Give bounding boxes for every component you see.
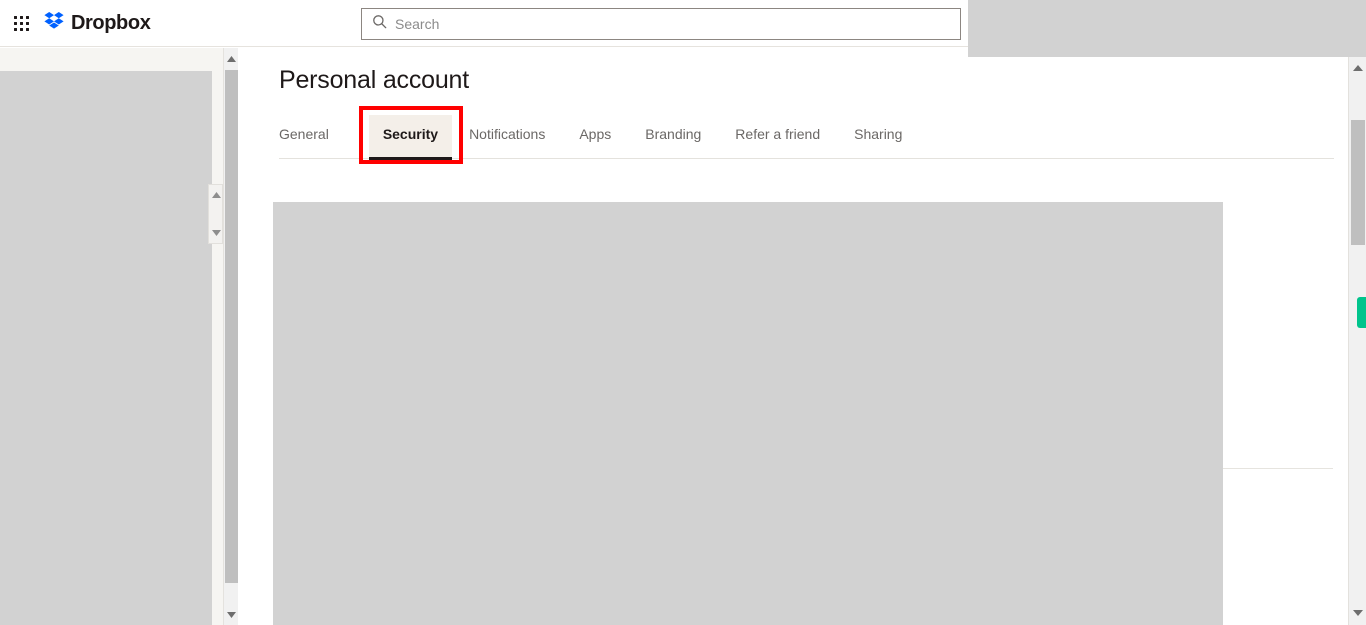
sidebar-inner-scrollbar[interactable] [208, 184, 223, 244]
main-content: Personal account General Security Notifi… [238, 57, 1348, 625]
tab-security[interactable]: Security [368, 115, 453, 160]
grid-apps-icon[interactable] [14, 16, 31, 33]
scroll-up-arrow-icon[interactable] [1352, 62, 1364, 74]
search-icon [372, 14, 387, 34]
search-box[interactable] [361, 8, 961, 40]
tab-apps[interactable]: Apps [579, 115, 611, 157]
scroll-down-arrow-icon[interactable] [212, 230, 221, 236]
main-content-placeholder [273, 202, 1223, 625]
sidebar-content-placeholder [0, 71, 212, 625]
header-right-placeholder [968, 0, 1366, 57]
browser-page: Dropbox Search Personal account General … [0, 0, 1366, 625]
top-header-bar: Dropbox [0, 0, 1366, 57]
brand-wordmark: Dropbox [71, 12, 151, 34]
content-scrollbar[interactable] [1348, 57, 1366, 625]
content-scrollbar-thumb[interactable] [1351, 120, 1365, 245]
sidebar-scrollbar-thumb[interactable] [225, 70, 238, 583]
scroll-down-arrow-icon[interactable] [1352, 607, 1364, 619]
tab-branding[interactable]: Branding [645, 115, 701, 157]
dropbox-logo-icon [44, 11, 64, 35]
settings-tabs: General Security Notifications Apps Bran… [279, 115, 1334, 160]
tab-notifications[interactable]: Notifications [469, 115, 545, 157]
sidebar-scrollbar[interactable] [223, 48, 238, 625]
search-input[interactable] [395, 14, 935, 34]
content-divider [1223, 468, 1333, 469]
scroll-up-arrow-icon[interactable] [212, 192, 221, 198]
scroll-down-arrow-icon[interactable] [226, 609, 237, 620]
tab-sharing[interactable]: Sharing [854, 115, 902, 157]
dropbox-home-link[interactable]: Dropbox [44, 11, 151, 35]
page-title: Personal account [279, 66, 469, 94]
left-sidebar [0, 48, 238, 625]
tab-general[interactable]: General [279, 115, 329, 157]
tab-refer-a-friend[interactable]: Refer a friend [735, 115, 820, 157]
scroll-up-arrow-icon[interactable] [226, 53, 237, 64]
green-accent-marker[interactable] [1357, 297, 1366, 328]
